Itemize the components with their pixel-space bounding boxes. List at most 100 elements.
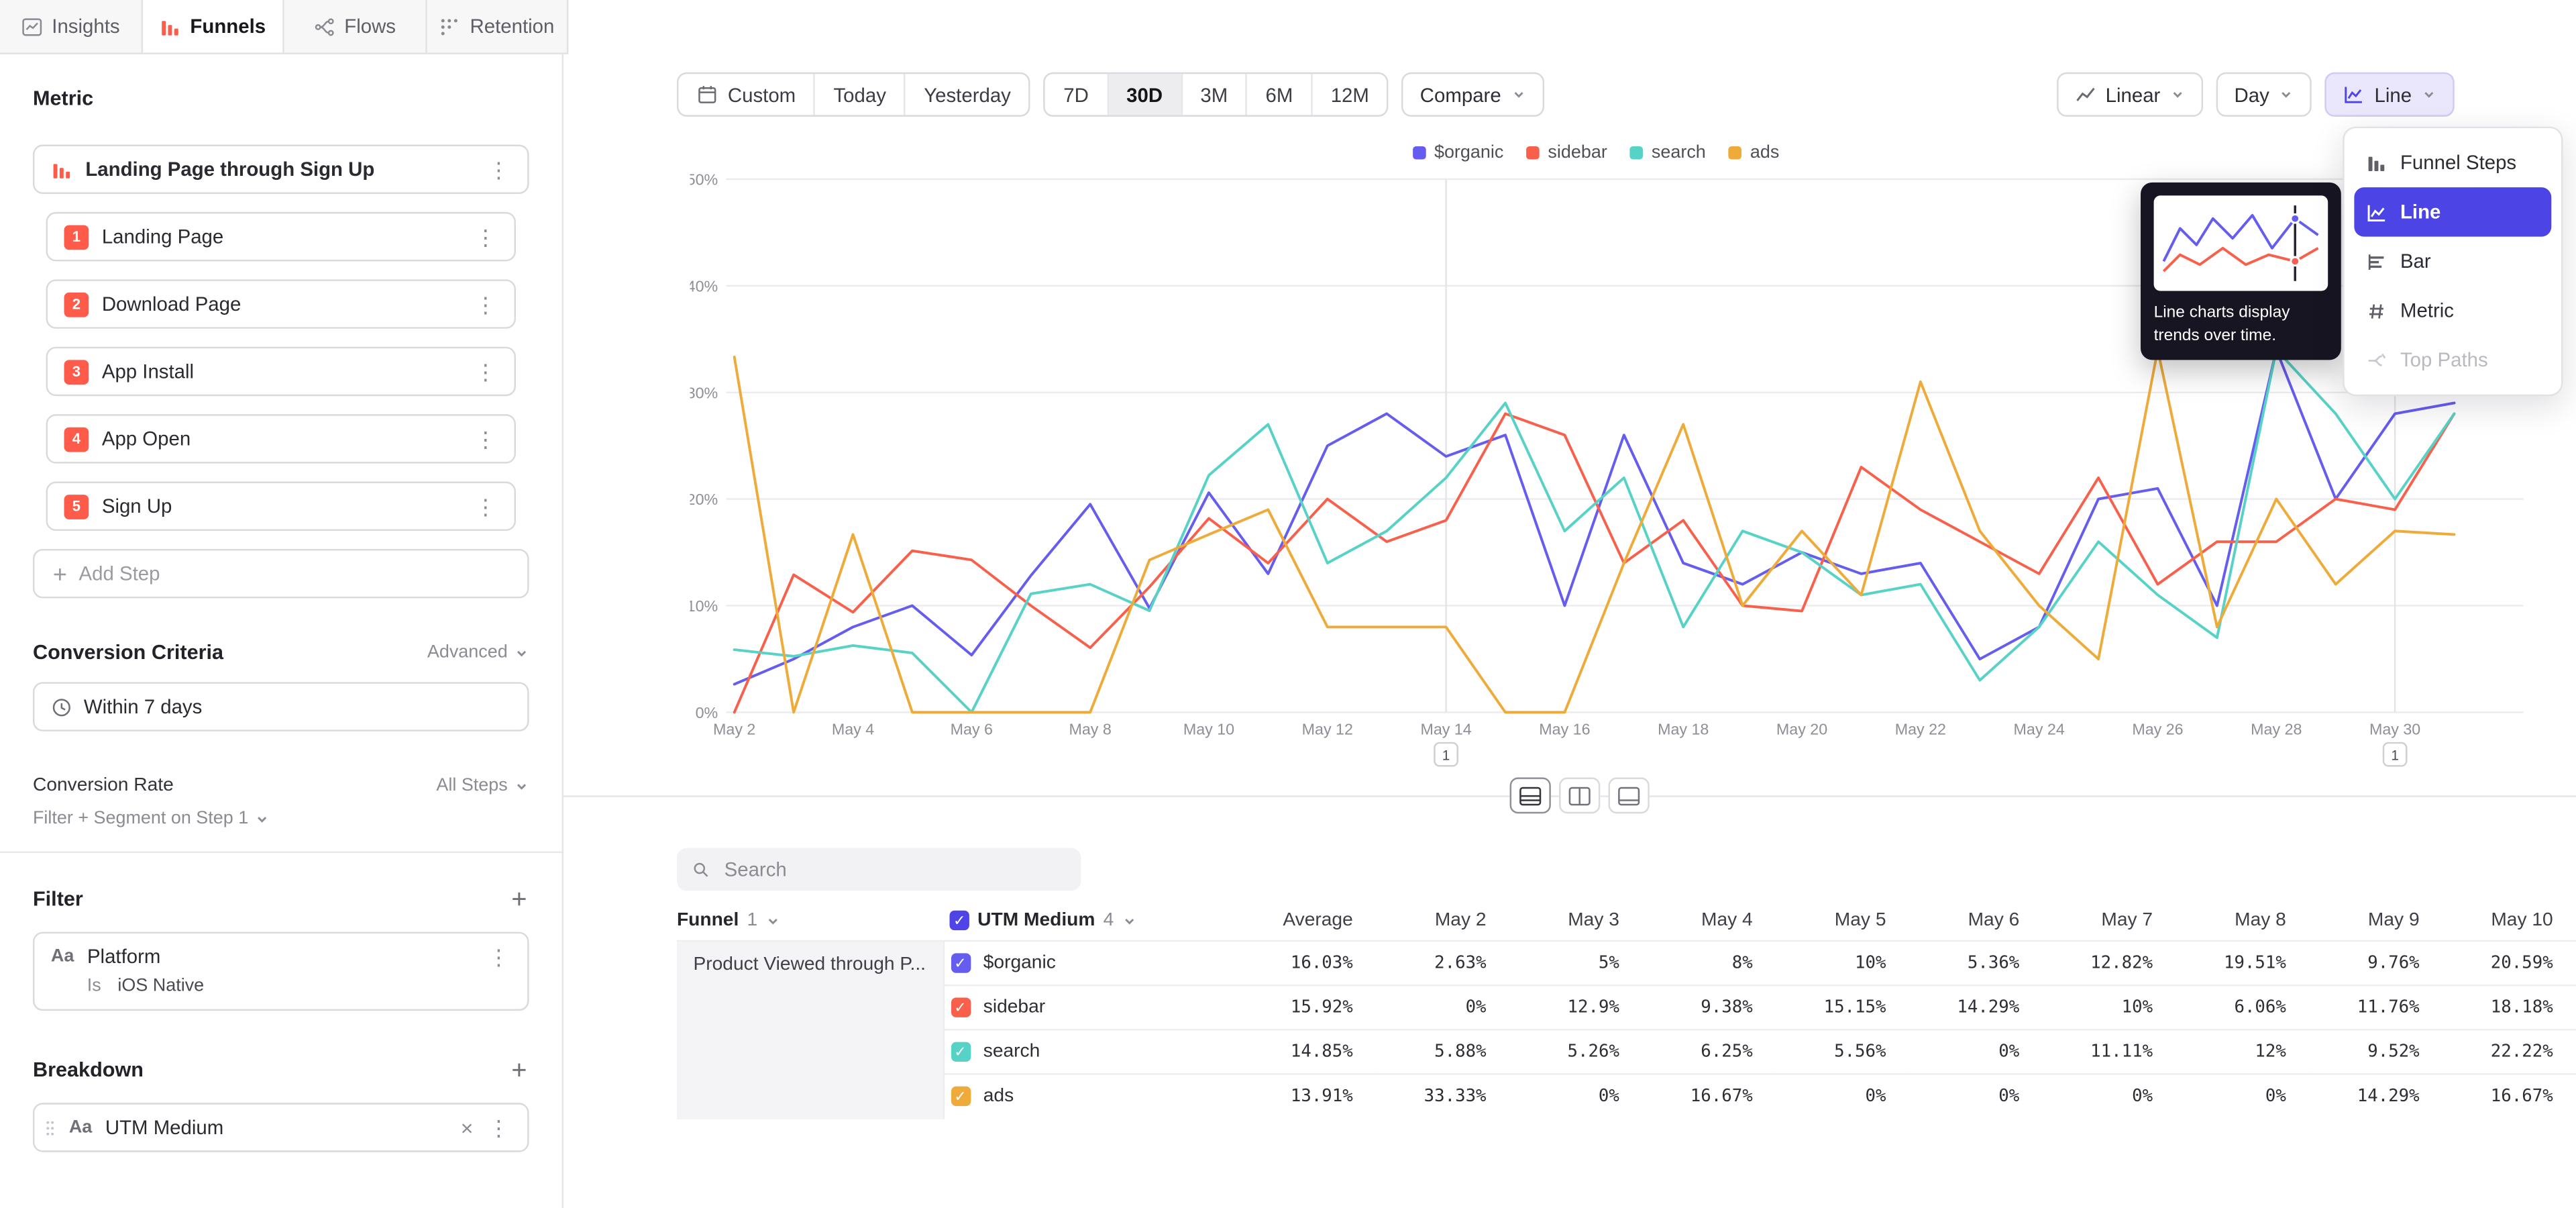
- table-row-ads: ✓ads13.91%33.33%0%16.67%0%0%0%0%14.29%16…: [677, 1074, 2576, 1118]
- breakdown-column-header[interactable]: ✓UTM Medium4: [943, 901, 1242, 941]
- range-preset-3m[interactable]: 3M: [1181, 74, 1246, 115]
- funnel-step-2[interactable]: 2Download Page⋮: [46, 279, 516, 328]
- kebab-icon[interactable]: ⋮: [473, 293, 498, 315]
- range-preset-6m[interactable]: 6M: [1246, 74, 1311, 115]
- menu-item-bar[interactable]: Bar: [2354, 237, 2551, 286]
- value-cell: 6.25%: [1642, 1029, 1776, 1074]
- legend-item-ads[interactable]: ads: [1729, 143, 1779, 162]
- funnel-card[interactable]: Landing Page through Sign Up ⋮: [33, 145, 529, 194]
- value-cell: 0%: [1376, 985, 1509, 1029]
- advanced-dropdown[interactable]: Advanced: [427, 643, 529, 662]
- filter-operator[interactable]: Is: [87, 976, 101, 996]
- funnel-step-4[interactable]: 4App Open⋮: [46, 414, 516, 463]
- kebab-icon[interactable]: ⋮: [486, 1117, 511, 1138]
- menu-item-line[interactable]: Line: [2354, 187, 2551, 236]
- annotation-marker[interactable]: 1: [2383, 743, 2406, 766]
- all-steps-dropdown[interactable]: All Steps: [436, 776, 529, 795]
- kebab-icon[interactable]: ⋮: [473, 361, 498, 383]
- kebab-icon[interactable]: ⋮: [486, 158, 511, 180]
- drag-handle-icon[interactable]: [44, 1117, 56, 1138]
- date-preset-custom[interactable]: Custom: [678, 74, 814, 115]
- svg-text:May 6: May 6: [951, 721, 993, 738]
- kebab-icon[interactable]: ⋮: [473, 226, 498, 248]
- step-label: App Open: [102, 427, 460, 450]
- filter-item-platform[interactable]: Aa Platform ⋮ Is iOS Native: [33, 932, 529, 1011]
- bar-chart-icon: [2366, 250, 2387, 272]
- funnel-column-header[interactable]: Funnel1: [677, 901, 943, 941]
- menu-item-metric[interactable]: Metric: [2354, 286, 2551, 335]
- value-cell: 15.92%: [1242, 985, 1376, 1029]
- tab-flows[interactable]: Flows: [284, 0, 427, 52]
- funnel-step-1[interactable]: 1Landing Page⋮: [46, 212, 516, 261]
- line-chart-icon: [2343, 84, 2365, 105]
- series-line-organic[interactable]: [735, 350, 2455, 684]
- breakdown-property-label: UTM Medium: [105, 1116, 447, 1139]
- compare-button[interactable]: Compare: [1402, 72, 1544, 117]
- value-cell: 0%: [1776, 1074, 1909, 1118]
- value-cell: 2.63%: [1376, 941, 1509, 985]
- kebab-icon[interactable]: ⋮: [473, 428, 498, 450]
- layout-toggle-split-horizontal[interactable]: [1510, 777, 1551, 813]
- legend-item-sidebar[interactable]: sidebar: [1527, 143, 1607, 162]
- kebab-icon[interactable]: ⋮: [473, 495, 498, 517]
- add-filter-button[interactable]: [509, 889, 529, 909]
- funnel-step-list: 1Landing Page⋮ 2Download Page⋮ 3 App Instal…: [33, 212, 529, 531]
- value-cell: 10%: [2043, 985, 2176, 1029]
- series-line-ads[interactable]: [735, 350, 2455, 712]
- hash-icon: [2366, 300, 2387, 321]
- property-type-badge: Aa: [69, 1117, 92, 1137]
- legend-item-organic[interactable]: $organic: [1413, 143, 1503, 162]
- tab-funnels[interactable]: Funnels: [142, 0, 284, 52]
- svg-text:May 12: May 12: [1302, 721, 1353, 738]
- tooltip-text: Line charts display trends over time.: [2154, 303, 2328, 347]
- tab-retention[interactable]: Retention: [427, 0, 569, 52]
- date-preset-today[interactable]: Today: [814, 74, 904, 115]
- range-preset-7d[interactable]: 7D: [1045, 74, 1106, 115]
- add-step-button[interactable]: Add Step: [33, 549, 529, 598]
- conversion-window[interactable]: Within 7 days: [33, 682, 529, 731]
- series-checkbox-organic[interactable]: ✓: [951, 953, 970, 972]
- select-all-checkbox[interactable]: ✓: [950, 911, 969, 930]
- day-dropdown-button[interactable]: Day: [2216, 72, 2312, 117]
- value-cell: 0%: [2176, 1074, 2309, 1118]
- column-header-may-9: May 9: [2309, 901, 2443, 941]
- svg-text:10%: 10%: [690, 597, 718, 615]
- kebab-icon[interactable]: ⋮: [486, 946, 511, 967]
- range-preset-30d[interactable]: 30D: [1107, 74, 1181, 115]
- menu-item-funnel-steps[interactable]: Funnel Steps: [2354, 138, 2551, 187]
- menu-item-top-paths: Top Paths: [2354, 336, 2551, 385]
- breakdown-item-utm-medium[interactable]: Aa UTM Medium × ⋮: [33, 1103, 529, 1152]
- funnel-step-3[interactable]: 3 App Install ⋮: [46, 347, 516, 396]
- step-label: App Install: [102, 360, 460, 383]
- annotation-marker[interactable]: 1: [1434, 743, 1457, 766]
- line-chart-preview: [2154, 195, 2328, 291]
- layout-toggle-table-bottom[interactable]: [1609, 777, 1650, 813]
- value-cell: 5%: [1509, 941, 1642, 985]
- svg-text:May 20: May 20: [1776, 721, 1827, 738]
- column-header-may-5: May 5: [1776, 901, 1909, 941]
- layout-toggle-split-vertical[interactable]: [1559, 777, 1600, 813]
- tab-insights[interactable]: Insights: [0, 0, 142, 52]
- linear-dropdown-button[interactable]: Linear: [2056, 72, 2203, 117]
- funnel-step-5[interactable]: 5Sign Up⋮: [46, 482, 516, 531]
- series-checkbox-search[interactable]: ✓: [951, 1042, 970, 1062]
- chevron-down-icon: [255, 811, 270, 826]
- close-icon[interactable]: ×: [461, 1117, 474, 1138]
- filter-segment-dropdown[interactable]: Filter + Segment on Step 1: [33, 809, 529, 828]
- step-number-badge: 3: [64, 359, 89, 384]
- search-input[interactable]: [721, 856, 1067, 883]
- add-breakdown-button[interactable]: [509, 1060, 529, 1080]
- table-row-search: ✓search14.85%5.88%5.26%6.25%5.56%0%11.11…: [677, 1029, 2576, 1074]
- column-header-average: Average: [1242, 901, 1376, 941]
- date-preset-yesterday[interactable]: Yesterday: [904, 74, 1029, 115]
- chart-legend: $organic sidebar search ads: [1413, 143, 1779, 162]
- svg-text:May 22: May 22: [1895, 721, 1946, 738]
- line-dropdown-button[interactable]: Line: [2325, 72, 2455, 117]
- series-label: sidebar: [983, 998, 1045, 1017]
- range-preset-12m[interactable]: 12M: [1311, 74, 1387, 115]
- series-checkbox-ads[interactable]: ✓: [951, 1087, 970, 1106]
- series-checkbox-sidebar[interactable]: ✓: [951, 998, 970, 1017]
- legend-item-search[interactable]: search: [1630, 143, 1706, 162]
- funnels-icon: [159, 15, 180, 37]
- filter-value[interactable]: iOS Native: [117, 976, 204, 996]
